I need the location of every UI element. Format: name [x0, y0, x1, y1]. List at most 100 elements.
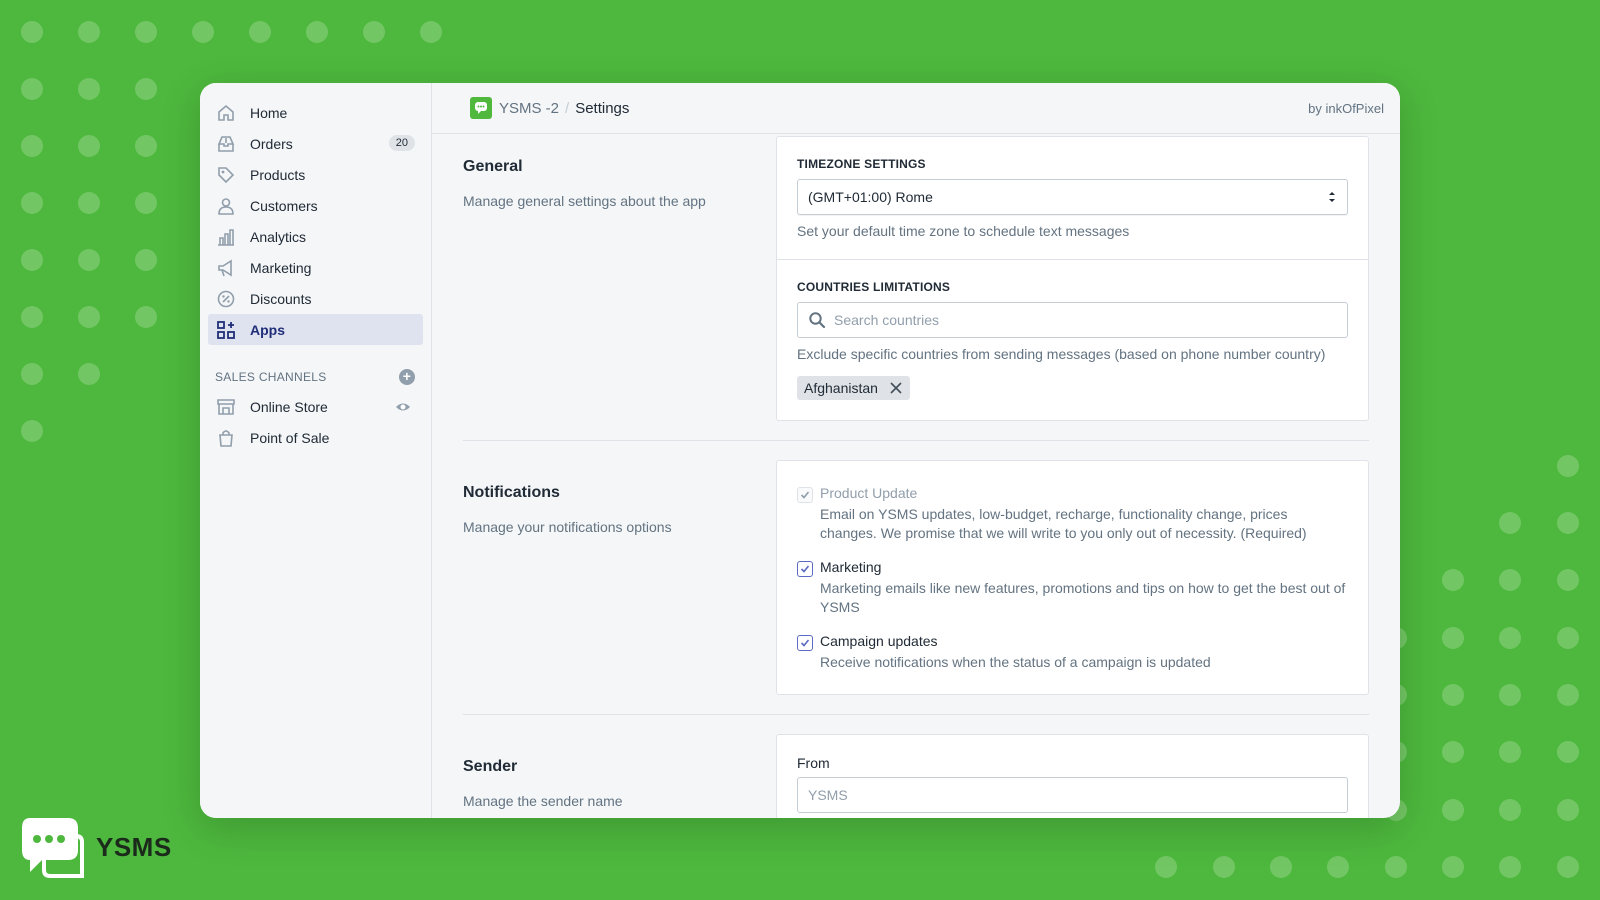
brand-logo: YSMS — [20, 816, 172, 878]
decorative-dot — [135, 78, 157, 100]
sidebar-item-label: Apps — [250, 321, 285, 338]
decorative-dot — [78, 78, 100, 100]
eye-icon[interactable] — [395, 399, 411, 418]
sidebar-item-analytics[interactable]: Analytics — [208, 221, 423, 252]
sales-channel-point-of-sale[interactable]: Point of Sale — [208, 422, 423, 453]
discount-icon — [215, 288, 237, 310]
decorative-dot — [135, 135, 157, 157]
sidebar-item-customers[interactable]: Customers — [208, 190, 423, 221]
decorative-dot — [1442, 741, 1464, 763]
settings-content: General Manage general settings about th… — [432, 134, 1400, 818]
decorative-dot — [1385, 856, 1407, 878]
sidebar-item-apps[interactable]: Apps — [208, 314, 423, 345]
orders-count-badge: 20 — [388, 135, 415, 151]
sender-card: From YSMS — [776, 734, 1369, 818]
general-section: General Manage general settings about th… — [463, 134, 1369, 441]
decorative-dot — [1213, 856, 1235, 878]
decorative-dot — [1499, 799, 1521, 821]
notification-checkbox[interactable] — [797, 635, 813, 651]
sales-channels-label: SALES CHANNELS — [215, 370, 327, 384]
notification-help: Marketing emails like new features, prom… — [820, 580, 1346, 615]
sidebar-item-orders[interactable]: Orders 20 — [208, 128, 423, 159]
notification-option: Marketing Marketing emails like new featu… — [797, 559, 1348, 617]
decorative-dot — [1557, 455, 1579, 477]
timezone-help: Set your default time zone to schedule t… — [797, 223, 1130, 239]
bar-chart-icon — [215, 226, 237, 248]
search-placeholder: Search countries — [834, 312, 940, 328]
sidebar-item-products[interactable]: Products — [208, 159, 423, 190]
timezone-section: TIMEZONE SETTINGS (GMT+01:00) Rome Set y… — [777, 137, 1368, 259]
decorative-dot — [249, 21, 271, 43]
decorative-dot — [21, 21, 43, 43]
sidebar-item-marketing[interactable]: Marketing — [208, 252, 423, 283]
general-description: Manage general settings about the app — [463, 193, 706, 209]
orders-icon — [215, 133, 237, 155]
notification-option: Product Update Email on YSMS updates, low… — [797, 485, 1348, 543]
decorative-dot — [1327, 856, 1349, 878]
sidebar-item-label: Customers — [250, 197, 318, 214]
decorative-dot — [78, 192, 100, 214]
decorative-dot — [78, 306, 100, 328]
decorative-dot — [1499, 684, 1521, 706]
decorative-dot — [1557, 569, 1579, 591]
notification-label: Marketing — [820, 559, 882, 575]
chat-bubble-logo-icon — [22, 818, 84, 878]
sidebar-item-label: Marketing — [250, 259, 312, 276]
decorative-dot — [1499, 741, 1521, 763]
timezone-value: (GMT+01:00) Rome — [808, 189, 933, 205]
notification-label: Product Update — [820, 485, 918, 501]
country-tag: Afghanistan — [797, 376, 910, 400]
sales-channel-label: Online Store — [250, 398, 328, 415]
decorative-dot — [1557, 856, 1579, 878]
notifications-info: Notifications Manage your notifications … — [463, 460, 776, 695]
decorative-dot — [1557, 512, 1579, 534]
developer-byline: by inkOfPixel — [1308, 100, 1384, 116]
decorative-dot — [363, 21, 385, 43]
search-countries-input[interactable]: Search countries — [797, 302, 1348, 338]
sidebar-item-discounts[interactable]: Discounts — [208, 283, 423, 314]
from-input[interactable]: YSMS — [797, 777, 1348, 813]
decorative-dot — [1499, 856, 1521, 878]
notification-help: Receive notifications when the status of… — [820, 654, 1211, 670]
notifications-section: Notifications Manage your notifications … — [463, 460, 1369, 715]
decorative-dot — [1499, 569, 1521, 591]
notification-checkbox[interactable] — [797, 561, 813, 577]
decorative-dot — [78, 363, 100, 385]
general-card: TIMEZONE SETTINGS (GMT+01:00) Rome Set y… — [776, 136, 1369, 421]
sales-channel-online-store[interactable]: Online Store — [208, 391, 423, 422]
notifications-title: Notifications — [463, 484, 560, 501]
remove-tag-icon[interactable] — [888, 380, 904, 396]
from-value: YSMS — [808, 787, 848, 803]
notification-checkbox — [797, 487, 813, 503]
sidebar-item-label: Home — [250, 104, 288, 121]
main-area: YSMS -2 / Settings by inkOfPixel General… — [432, 83, 1400, 818]
decorative-dot — [1442, 856, 1464, 878]
sender-description: Manage the sender name — [463, 793, 623, 809]
notification-options: Product Update Email on YSMS updates, low… — [777, 461, 1368, 694]
sidebar-item-label: Analytics — [250, 228, 307, 245]
sidebar-item-home[interactable]: Home — [208, 97, 423, 128]
decorative-dot — [78, 21, 100, 43]
decorative-dot — [1155, 856, 1177, 878]
decorative-dot — [1557, 799, 1579, 821]
decorative-dot — [1442, 684, 1464, 706]
tag-icon — [215, 164, 237, 186]
add-sales-channel-icon[interactable]: + — [399, 369, 415, 385]
decorative-dot — [1442, 569, 1464, 591]
app-logo-icon — [470, 97, 492, 119]
decorative-dot — [1499, 512, 1521, 534]
decorative-dot — [21, 249, 43, 271]
sidebar-item-label: Orders — [250, 135, 293, 152]
app-window: Home Orders 20 Products Customers Analytics Ma… — [200, 83, 1400, 818]
decorative-dot — [21, 306, 43, 328]
country-tag-label: Afghanistan — [804, 380, 878, 396]
timezone-select[interactable]: (GMT+01:00) Rome — [797, 179, 1348, 215]
decorative-dot — [21, 192, 43, 214]
decorative-dot — [135, 21, 157, 43]
breadcrumb-app[interactable]: YSMS -2 — [499, 100, 559, 117]
notification-help: Email on YSMS updates, low-budget, recha… — [820, 506, 1307, 541]
sender-section: Sender Manage the sender name From YSMS — [463, 734, 1369, 818]
sidebar-item-label: Discounts — [250, 290, 312, 307]
apps-icon — [215, 319, 237, 341]
decorative-dot — [78, 249, 100, 271]
